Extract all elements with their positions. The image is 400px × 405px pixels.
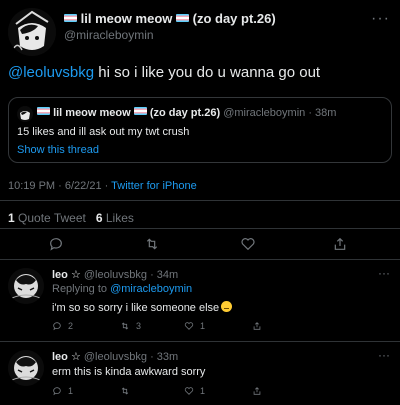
- share-icon: [253, 387, 261, 395]
- reply-text: erm this is kinda awkward sorry: [52, 366, 206, 378]
- retweet-icon[interactable]: [144, 236, 160, 252]
- tweet-action-bar: [0, 233, 400, 255]
- divider: [0, 228, 400, 229]
- reply-bubble-icon[interactable]: [48, 236, 64, 252]
- avatar-drawing-icon: [17, 106, 33, 122]
- timestamp-text: 10:19 PM · 6/22/21 ·: [8, 180, 112, 192]
- reply-tweet[interactable]: leo ☆ @leoluvsbkg · 33m ··· erm this is …: [0, 346, 400, 405]
- reply-count: 1: [68, 386, 74, 396]
- tweet-timestamp: 10:19 PM · 6/22/21 · Twitter for iPhone: [8, 180, 197, 192]
- quoted-author-name: lil meow meow: [53, 107, 131, 119]
- mention-link[interactable]: @leoluvsbkg: [8, 64, 94, 81]
- more-horizontal-icon[interactable]: ···: [371, 10, 390, 28]
- quote-tweets-label: Quote Tweet: [14, 211, 86, 225]
- reply-action-reply[interactable]: 2: [52, 321, 73, 331]
- author-display-name[interactable]: lil meow meow (zo day pt.26): [64, 11, 276, 26]
- reply-header: leo ☆ @leoluvsbkg · 34m: [52, 268, 178, 281]
- reply-action-retweet[interactable]: [120, 386, 136, 396]
- reply-author-avatar[interactable]: [8, 350, 44, 386]
- tweet-source-link[interactable]: Twitter for iPhone: [111, 180, 197, 192]
- reply-count: 2: [68, 321, 74, 331]
- reply-handle-time: @leoluvsbkg · 33m: [83, 351, 179, 363]
- quote-tweets-stat[interactable]: 1 Quote Tweet: [8, 211, 86, 225]
- more-horizontal-icon[interactable]: ···: [378, 266, 390, 280]
- reply-action-share[interactable]: [252, 321, 268, 331]
- reply-handle-time: @leoluvsbkg · 34m: [83, 269, 179, 281]
- more-horizontal-icon[interactable]: ···: [378, 348, 390, 362]
- smiling-emoji-icon: [221, 301, 233, 312]
- reply-bubble-icon: [53, 322, 61, 331]
- author-name-text: lil meow meow: [80, 11, 173, 26]
- replying-to-prefix: Replying to: [52, 283, 111, 295]
- retweet-icon: [121, 387, 129, 395]
- divider: [0, 259, 400, 260]
- likes-count: 6: [95, 211, 103, 225]
- tweet-text: @leoluvsbkg hi so i like you do u wanna …: [8, 64, 320, 81]
- reply-action-reply[interactable]: 1: [52, 386, 73, 396]
- reply-action-retweet[interactable]: 3: [120, 321, 141, 331]
- heart-icon: [184, 387, 194, 395]
- avatar-drawing-icon: [8, 268, 44, 304]
- likes-stat[interactable]: 6 Likes: [96, 211, 134, 225]
- quoted-author-suffix: (zo day pt.26): [149, 107, 221, 119]
- heart-icon: [184, 322, 194, 330]
- tweet-detail-screen: lil meow meow (zo day pt.26) @miracleboy…: [0, 0, 400, 405]
- quoted-tweet-header: lil meow meow (zo day pt.26) @miracleboy…: [37, 107, 336, 119]
- retweet-icon: [121, 322, 129, 330]
- reply-author-name[interactable]: leo ☆: [52, 269, 81, 281]
- avatar-drawing-icon: [8, 350, 44, 386]
- like-count: 1: [200, 386, 206, 396]
- quoted-handle-time: @miracleboymin · 38m: [223, 107, 337, 119]
- likes-label: Likes: [102, 211, 134, 225]
- quote-tweets-count: 1: [8, 211, 15, 225]
- reply-author-avatar[interactable]: [8, 268, 44, 304]
- quoted-tweet-card[interactable]: lil meow meow (zo day pt.26) @miracleboy…: [8, 97, 392, 163]
- quoted-author-avatar: [17, 106, 33, 122]
- divider: [0, 341, 400, 342]
- trans-flag-icon: [37, 107, 50, 115]
- like-count: 1: [200, 321, 206, 331]
- author-handle[interactable]: @miracleboymin: [64, 28, 154, 42]
- heart-icon[interactable]: [240, 236, 256, 252]
- share-icon: [253, 322, 261, 330]
- reply-action-like[interactable]: 1: [184, 386, 205, 396]
- reply-author-name[interactable]: leo ☆: [52, 351, 81, 363]
- trans-flag-icon: [64, 14, 77, 22]
- tweet-body: hi so i like you do u wanna go out: [94, 64, 321, 81]
- share-icon[interactable]: [332, 236, 348, 252]
- reply-tweet[interactable]: leo ☆ @leoluvsbkg · 34m ··· Replying to …: [0, 264, 400, 344]
- retweet-count: 3: [136, 321, 142, 331]
- reply-action-like[interactable]: 1: [184, 321, 205, 331]
- reply-bubble-icon: [53, 387, 61, 396]
- author-name-suffix: (zo day pt.26): [192, 11, 276, 26]
- replying-to-link[interactable]: @miracleboymin: [110, 283, 192, 295]
- show-thread-link[interactable]: Show this thread: [17, 144, 99, 156]
- quoted-tweet-text: 15 likes and ill ask out my twt crush: [17, 126, 190, 138]
- reply-action-share[interactable]: [252, 386, 268, 396]
- reply-header: leo ☆ @leoluvsbkg · 33m: [52, 350, 178, 363]
- tweet-stats: 1 Quote Tweet 6 Likes: [8, 211, 134, 225]
- avatar-drawing-icon: [8, 8, 56, 56]
- trans-flag-icon: [133, 107, 147, 115]
- trans-flag-icon: [176, 14, 189, 22]
- author-avatar[interactable]: [8, 8, 56, 56]
- replying-to-line: Replying to @miracleboymin: [52, 283, 192, 295]
- reply-body: i'm so so sorry i like someone else: [52, 302, 220, 314]
- divider: [0, 200, 400, 201]
- reply-text: i'm so so sorry i like someone else: [52, 301, 233, 314]
